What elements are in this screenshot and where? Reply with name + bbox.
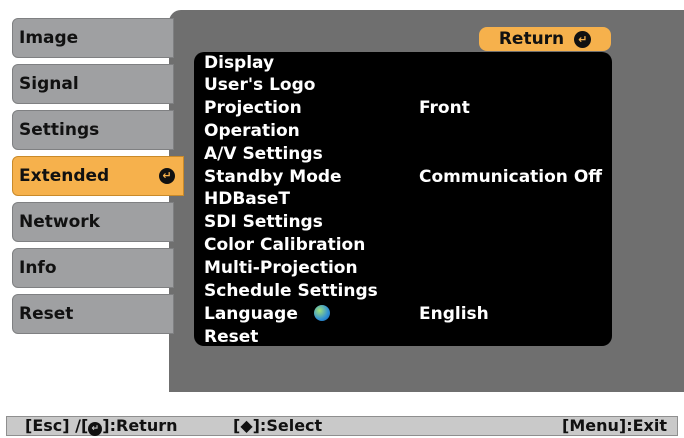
tab-label: Image xyxy=(19,28,79,48)
tab-label: Reset xyxy=(19,304,74,324)
tab-label: Settings xyxy=(19,120,100,140)
menu-item-value: English xyxy=(419,304,489,324)
menu-item-value: Front xyxy=(419,98,470,118)
tab-label: Network xyxy=(19,212,100,232)
menu-item-value: Communication Off xyxy=(419,167,603,187)
menu-item-display[interactable]: Display xyxy=(194,52,612,74)
menu-item-users-logo[interactable]: User's Logo xyxy=(194,74,612,96)
menu-item-standby-mode[interactable]: Standby Mode Communication Off xyxy=(194,166,612,188)
menu-item-label: Projection xyxy=(204,98,302,118)
menu-item-multi-projection[interactable]: Multi-Projection xyxy=(194,257,612,279)
tab-label: Extended xyxy=(19,166,110,186)
enter-icon: ↵ xyxy=(88,422,103,436)
help-return-suffix: ]:Return xyxy=(102,416,178,435)
menu-item-color-calibration[interactable]: Color Calibration xyxy=(194,234,612,256)
menu-item-label: Schedule Settings xyxy=(204,281,378,301)
menu-item-projection[interactable]: Projection Front xyxy=(194,97,612,119)
tab-info[interactable]: Info xyxy=(12,248,174,288)
menu-item-label: Color Calibration xyxy=(204,235,366,255)
tab-extended[interactable]: Extended ↵ xyxy=(12,156,184,196)
menu-item-label: HDBaseT xyxy=(204,189,291,209)
menu-item-label-wrap: Language xyxy=(204,303,330,325)
enter-icon: ↵ xyxy=(159,168,175,184)
globe-icon xyxy=(313,305,330,321)
menu-item-label: Operation xyxy=(204,121,300,141)
menu-item-label: Display xyxy=(204,53,275,73)
enter-icon: ↵ xyxy=(574,30,592,48)
tab-network[interactable]: Network xyxy=(12,202,174,242)
menu-item-operation[interactable]: Operation xyxy=(194,120,612,142)
return-label: Return xyxy=(498,29,565,49)
menu-item-label: Standby Mode xyxy=(204,167,342,187)
menu-item-label: Reset xyxy=(204,327,259,347)
menu-item-label: Language xyxy=(204,304,298,324)
tab-label: Signal xyxy=(19,74,79,94)
tab-image[interactable]: Image xyxy=(12,18,174,58)
tab-signal[interactable]: Signal xyxy=(12,64,174,104)
menu-item-av-settings[interactable]: A/V Settings xyxy=(194,143,612,165)
extended-menu-list: Display User's Logo Projection Front Ope… xyxy=(194,52,612,348)
help-select: [◆]:Select xyxy=(233,416,323,435)
menu-item-label: User's Logo xyxy=(204,75,316,95)
tab-reset[interactable]: Reset xyxy=(12,294,174,334)
menu-item-sdi-settings[interactable]: SDI Settings xyxy=(194,211,612,233)
menu-item-label: SDI Settings xyxy=(204,212,323,232)
menu-item-label: A/V Settings xyxy=(204,144,323,164)
menu-item-hdbaset[interactable]: HDBaseT xyxy=(194,188,612,210)
menu-item-language[interactable]: Language English xyxy=(194,303,612,325)
tab-settings[interactable]: Settings xyxy=(12,110,174,150)
help-return: [Esc] /[↵]:Return xyxy=(25,417,178,436)
return-button[interactable]: Return ↵ xyxy=(479,27,611,51)
menu-item-label: Multi-Projection xyxy=(204,258,358,278)
menu-item-reset[interactable]: Reset xyxy=(194,326,612,348)
help-exit: [Menu]:Exit xyxy=(562,416,667,435)
help-return-prefix: [Esc] /[ xyxy=(25,416,89,435)
help-bar: [Esc] /[↵]:Return [◆]:Select [Menu]:Exit xyxy=(6,416,678,436)
tab-label: Info xyxy=(19,258,57,278)
menu-item-schedule-settings[interactable]: Schedule Settings xyxy=(194,280,612,302)
